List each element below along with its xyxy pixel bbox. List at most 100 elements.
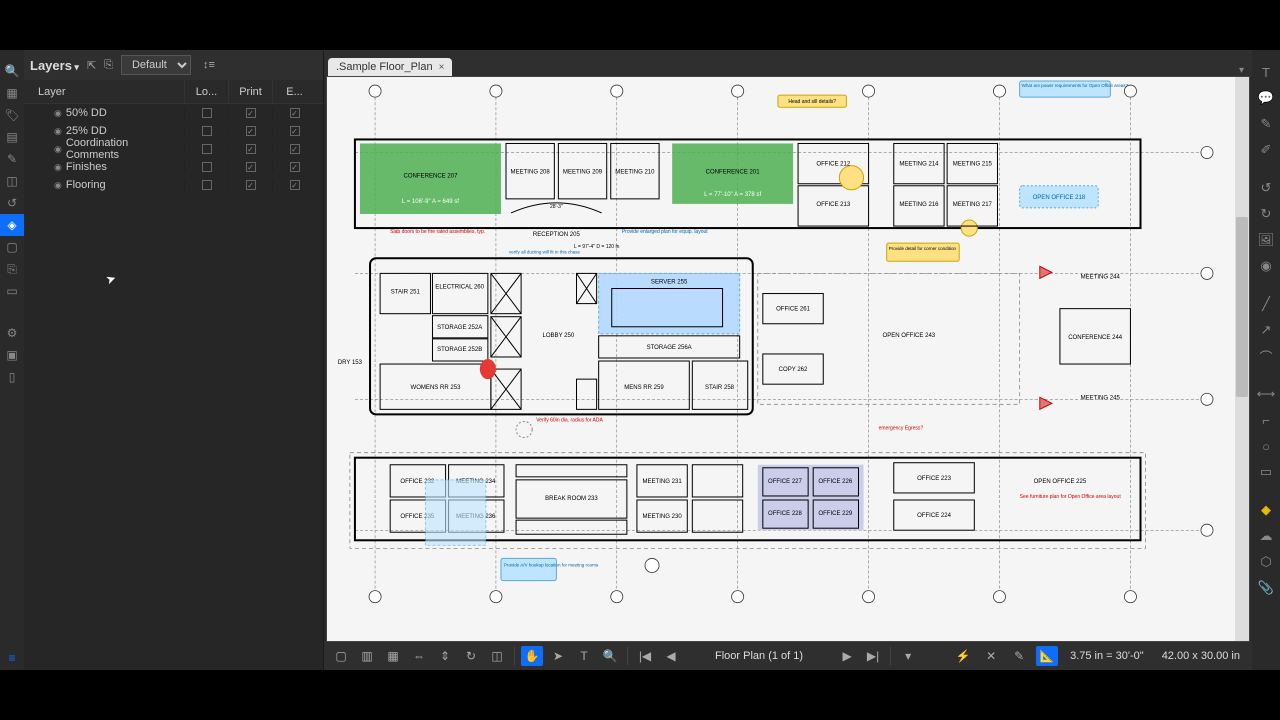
layer-row[interactable]: ◉Flooring bbox=[24, 176, 323, 194]
visibility-icon[interactable]: ◉ bbox=[54, 162, 62, 173]
bookmarks-icon[interactable]: 🏷 bbox=[0, 104, 24, 126]
stamps-icon[interactable]: ▣ bbox=[0, 344, 24, 366]
line-tool-icon[interactable]: ╱ bbox=[1252, 292, 1280, 316]
layer-row[interactable]: ◉50% DD bbox=[24, 104, 323, 122]
arc-tool-icon[interactable]: ⌒ bbox=[1252, 344, 1280, 368]
measure-icon[interactable]: ◫ bbox=[0, 170, 24, 192]
layer-row[interactable]: ◉Finishes bbox=[24, 158, 323, 176]
properties-icon[interactable]: ▤ bbox=[0, 126, 24, 148]
page-indicator[interactable]: Floor Plan (1 of 1) bbox=[715, 650, 803, 662]
layers-icon[interactable]: ◈ bbox=[0, 214, 24, 236]
print-checkbox[interactable] bbox=[246, 126, 256, 136]
fit-page-icon[interactable]: ⇕ bbox=[434, 646, 456, 666]
select-icon[interactable]: ➤ bbox=[547, 646, 569, 666]
note-tool-icon[interactable]: 💬 bbox=[1252, 86, 1280, 110]
collapse-icon[interactable]: ⇱ bbox=[87, 59, 96, 72]
col-print-header[interactable]: Print bbox=[228, 80, 272, 103]
svg-text:STORAGE 252B: STORAGE 252B bbox=[437, 347, 482, 353]
print-checkbox[interactable] bbox=[246, 108, 256, 118]
links-icon[interactable]: ⎘ bbox=[0, 258, 24, 280]
lock-checkbox[interactable] bbox=[202, 144, 212, 154]
arrow-tool-icon[interactable]: ↗ bbox=[1252, 318, 1280, 342]
svg-text:L = 77'-10" A = 378 sf: L = 77'-10" A = 378 sf bbox=[704, 192, 761, 198]
callout-tool-icon[interactable]: ◆ bbox=[1252, 498, 1280, 522]
single-page-icon[interactable]: ▢ bbox=[330, 646, 352, 666]
measure-tool-icon[interactable]: ⚡ bbox=[952, 646, 974, 666]
lock-checkbox[interactable] bbox=[202, 162, 212, 172]
forms-icon[interactable]: ▭ bbox=[0, 280, 24, 302]
tab-overflow-icon[interactable]: ▾ bbox=[1239, 65, 1244, 76]
ellipse-tool-icon[interactable]: ○ bbox=[1252, 434, 1280, 458]
docs-icon[interactable]: ▯ bbox=[0, 366, 24, 388]
zoom-dropdown-icon[interactable]: ▾ bbox=[897, 646, 919, 666]
print-checkbox[interactable] bbox=[246, 162, 256, 172]
vertical-scrollbar[interactable] bbox=[1235, 77, 1249, 641]
panel-toggle-icon[interactable]: ≡ bbox=[2, 650, 22, 666]
col-lock-header[interactable]: Lo... bbox=[184, 80, 228, 103]
redo-icon[interactable]: ↻ bbox=[1252, 202, 1280, 226]
scale-icon[interactable]: 📐 bbox=[1036, 646, 1058, 666]
stamp-tool-icon[interactable]: ◉ bbox=[1252, 254, 1280, 278]
polygon-tool-icon[interactable]: ⬡ bbox=[1252, 550, 1280, 574]
polyline-tool-icon[interactable]: ⌐ bbox=[1252, 408, 1280, 432]
calibrate-pick-icon[interactable]: ✎ bbox=[1008, 646, 1030, 666]
visibility-icon[interactable]: ◉ bbox=[54, 126, 62, 137]
visibility-icon[interactable]: ◉ bbox=[54, 144, 62, 155]
undo-icon[interactable]: ↺ bbox=[1252, 176, 1280, 200]
lock-checkbox[interactable] bbox=[202, 108, 212, 118]
calibrate-hide-icon[interactable]: ✕ bbox=[980, 646, 1002, 666]
print-checkbox[interactable] bbox=[246, 144, 256, 154]
col-layer-header[interactable]: Layer bbox=[24, 80, 184, 103]
text-select-icon[interactable]: T bbox=[573, 646, 595, 666]
sort-icon[interactable]: ↕≡ bbox=[203, 59, 215, 71]
split-icon[interactable]: ◫ bbox=[486, 646, 508, 666]
panel-title[interactable]: Layers bbox=[30, 58, 79, 73]
export-checkbox[interactable] bbox=[290, 144, 300, 154]
pan-icon[interactable]: ✋ bbox=[521, 646, 543, 666]
first-page-icon[interactable]: |◀ bbox=[634, 646, 656, 666]
rectangle-tool-icon[interactable]: ▭ bbox=[1252, 460, 1280, 484]
svg-text:OFFICE 213: OFFICE 213 bbox=[816, 202, 850, 208]
continuous-icon[interactable]: ▥ bbox=[356, 646, 378, 666]
export-checkbox[interactable] bbox=[290, 108, 300, 118]
document-tab[interactable]: .Sample Floor_Plan × bbox=[328, 58, 452, 76]
fit-width-icon[interactable]: ⇔ bbox=[408, 646, 430, 666]
layer-config-dropdown[interactable]: Default bbox=[121, 55, 191, 75]
svg-text:MEETING 217: MEETING 217 bbox=[953, 202, 993, 208]
tab-close-icon[interactable]: × bbox=[439, 62, 445, 73]
pen-tool-icon[interactable]: ✐ bbox=[1252, 138, 1280, 162]
text-tool-icon[interactable]: T bbox=[1252, 60, 1280, 84]
next-page-icon[interactable]: ▶ bbox=[836, 646, 858, 666]
history-icon[interactable]: ↺ bbox=[0, 192, 24, 214]
cloud-tool-icon[interactable]: ☁ bbox=[1252, 524, 1280, 548]
image-tool-icon[interactable]: 🖼 bbox=[1252, 228, 1280, 252]
col-export-header[interactable]: E... bbox=[272, 80, 316, 103]
markups-icon[interactable]: ✎ bbox=[0, 148, 24, 170]
print-checkbox[interactable] bbox=[246, 180, 256, 190]
dimension-tool-icon[interactable]: ⟷ bbox=[1252, 382, 1280, 406]
zoom-icon[interactable]: 🔍 bbox=[599, 646, 621, 666]
layer-row[interactable]: ◉Coordination Comments bbox=[24, 140, 323, 158]
document-viewport[interactable]: CONFERENCE 207 L = 106'-9" A = 649 sf ME… bbox=[326, 76, 1250, 642]
export-checkbox[interactable] bbox=[290, 126, 300, 136]
export-checkbox[interactable] bbox=[290, 180, 300, 190]
svg-text:RECEPTION 205: RECEPTION 205 bbox=[533, 232, 581, 238]
scale-display[interactable]: 3.75 in = 30'-0" bbox=[1064, 650, 1150, 662]
settings-icon[interactable]: ⚙ bbox=[0, 322, 24, 344]
lock-checkbox[interactable] bbox=[202, 180, 212, 190]
svg-text:CONFERENCE 207: CONFERENCE 207 bbox=[403, 174, 458, 180]
two-page-icon[interactable]: ▦ bbox=[382, 646, 404, 666]
lock-checkbox[interactable] bbox=[202, 126, 212, 136]
config-icon[interactable]: ⎘ bbox=[104, 59, 113, 72]
prev-page-icon[interactable]: ◀ bbox=[660, 646, 682, 666]
highlight-tool-icon[interactable]: ✎ bbox=[1252, 112, 1280, 136]
spaces-icon[interactable]: ▢ bbox=[0, 236, 24, 258]
visibility-icon[interactable]: ◉ bbox=[54, 180, 62, 191]
thumbnails-icon[interactable]: ▦ bbox=[0, 82, 24, 104]
attach-tool-icon[interactable]: 📎 bbox=[1252, 576, 1280, 600]
rotate-icon[interactable]: ↻ bbox=[460, 646, 482, 666]
visibility-icon[interactable]: ◉ bbox=[54, 108, 62, 119]
last-page-icon[interactable]: ▶| bbox=[862, 646, 884, 666]
search-icon[interactable]: 🔍 bbox=[0, 60, 24, 82]
export-checkbox[interactable] bbox=[290, 162, 300, 172]
